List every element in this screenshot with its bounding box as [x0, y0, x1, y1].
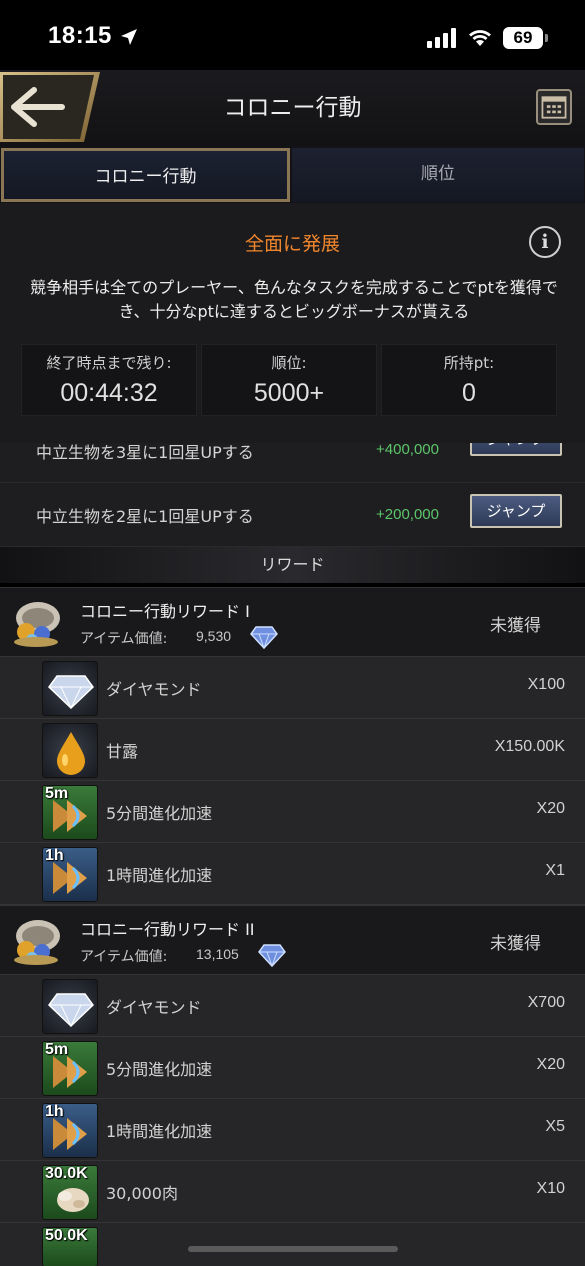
diamond-icon — [42, 979, 98, 1034]
evolution-speedup-5m-icon: 5m — [42, 1041, 98, 1096]
jump-button[interactable]: ジャンプ — [470, 494, 562, 528]
item-quantity: X100 — [527, 676, 565, 693]
evolution-speedup-5m-icon: 5m — [42, 785, 98, 840]
evolution-speedup-1h-icon: 1h — [42, 1103, 98, 1158]
rewards-header: リワード — [0, 547, 585, 583]
evolution-speedup-1h-icon: 1h — [42, 847, 98, 902]
reward-item-row: 5m 5分間進化加速 X20 — [0, 1037, 585, 1099]
item-quantity: X20 — [536, 800, 565, 817]
stat-points: 所持pt: 0 — [381, 344, 557, 416]
icon-tag: 30.0K — [45, 1165, 88, 1182]
tab-ranking[interactable]: 順位 — [292, 148, 584, 202]
reward-status: 未獲得 — [490, 616, 541, 636]
stat-label: 所持pt: — [443, 354, 495, 372]
diamond-icon — [42, 661, 98, 716]
item-quantity: X5 — [545, 1118, 565, 1135]
reward-status: 未獲得 — [490, 934, 541, 954]
item-value-label: アイテム価値: — [80, 631, 168, 647]
item-name: ダイヤモンド — [106, 998, 202, 1017]
wifi-icon — [469, 30, 491, 46]
task-row: 中立生物を3星に1回星UPする +400,000 ジャンプ — [0, 443, 585, 483]
task-row: 中立生物を2星に1回星UPする +200,000 ジャンプ — [0, 483, 585, 547]
stat-rank: 順位: 5000+ — [201, 344, 377, 416]
item-name: 5分間進化加速 — [106, 1060, 213, 1079]
battery-tip — [545, 34, 548, 42]
page-title: コロニー行動 — [223, 95, 362, 121]
battery-icon: 69 — [503, 27, 543, 49]
item-name: 5分間進化加速 — [106, 804, 213, 823]
reward-chest-icon — [14, 602, 60, 647]
task-label: 中立生物を2星に1回星UPする — [36, 507, 254, 526]
icon-tag: 1h — [45, 847, 64, 864]
tab-colony-action[interactable]: コロニー行動 — [1, 148, 290, 202]
meat-icon: 30.0K — [42, 1165, 98, 1220]
task-label: 中立生物を3星に1回星UPする — [36, 443, 254, 462]
item-name: ダイヤモンド — [106, 680, 202, 699]
diamond-icon — [258, 944, 286, 967]
item-quantity: X10 — [536, 1180, 565, 1197]
item-quantity: X20 — [536, 1056, 565, 1073]
info-icon[interactable]: i — [529, 226, 561, 258]
stat-label: 順位: — [271, 354, 307, 372]
icon-tag: 5m — [45, 785, 69, 802]
task-points: +400,000 — [376, 443, 439, 458]
item-value: 9,530 — [196, 628, 232, 644]
calendar-icon[interactable] — [536, 89, 572, 125]
item-name: 1時間進化加速 — [106, 866, 213, 885]
reward-group: コロニー行動リワード II アイテム価値: 13,105 未獲得 — [0, 905, 585, 975]
item-quantity: X150.00K — [494, 738, 565, 755]
task-list[interactable]: 中立生物を3星に1回星UPする +400,000 ジャンプ 中立生物を2星に1回… — [0, 443, 585, 547]
rank-value: 5000+ — [253, 379, 325, 407]
reward-item-row: 1h 1時間進化加速 X1 — [0, 843, 585, 905]
icon-tag: 1h — [45, 1103, 64, 1120]
reward-item-row: 5m 5分間進化加速 X20 — [0, 781, 585, 843]
meat-icon: 50.0K — [42, 1227, 98, 1266]
icon-tag: 50.0K — [45, 1227, 88, 1244]
reward-item-row: 30.0K 30,000肉 X10 — [0, 1161, 585, 1223]
item-quantity: X700 — [527, 994, 565, 1011]
event-description: 競争相手は全てのプレーヤー、色んなタスクを完成することでptを獲得でき、十分なp… — [30, 278, 558, 321]
reward-group-title: コロニー行動リワード I — [80, 602, 250, 621]
status-bar: 18:15 69 — [0, 0, 585, 70]
item-quantity: X1 — [545, 862, 565, 879]
nectar-drop-icon — [42, 723, 98, 778]
reward-chest-icon — [14, 920, 60, 965]
reward-item-row: ダイヤモンド X100 — [0, 657, 585, 719]
item-name: 甘露 — [106, 742, 139, 761]
item-name: 30,000肉 — [106, 1184, 178, 1203]
cellular-signal-icon — [427, 28, 456, 48]
reward-group-title: コロニー行動リワード II — [80, 920, 255, 939]
location-arrow-icon — [121, 29, 137, 45]
stat-label: 終了時点まで残り: — [46, 354, 172, 372]
reward-item-row: 1h 1時間進化加速 X5 — [0, 1099, 585, 1161]
reward-group: コロニー行動リワード I アイテム価値: 9,530 未獲得 — [0, 587, 585, 657]
reward-item-row: ダイヤモンド X700 — [0, 975, 585, 1037]
jump-button[interactable]: ジャンプ — [470, 443, 562, 456]
stat-time-remaining: 終了時点まで残り: 00:44:32 — [21, 344, 197, 416]
event-title: 全面に発展 — [244, 233, 340, 255]
points-value: 0 — [462, 379, 476, 407]
reward-item-row: 50.0K — [0, 1223, 585, 1266]
item-value: 13,105 — [196, 946, 239, 962]
item-name: 1時間進化加速 — [106, 1122, 213, 1141]
task-points: +200,000 — [376, 506, 439, 523]
reward-item-row: 甘露 X150.00K — [0, 719, 585, 781]
diamond-icon — [250, 626, 278, 649]
countdown-timer: 00:44:32 — [60, 379, 158, 407]
status-time: 18:15 — [48, 22, 112, 49]
icon-tag: 5m — [45, 1041, 69, 1058]
home-indicator[interactable] — [188, 1246, 398, 1252]
item-value-label: アイテム価値: — [80, 949, 168, 965]
